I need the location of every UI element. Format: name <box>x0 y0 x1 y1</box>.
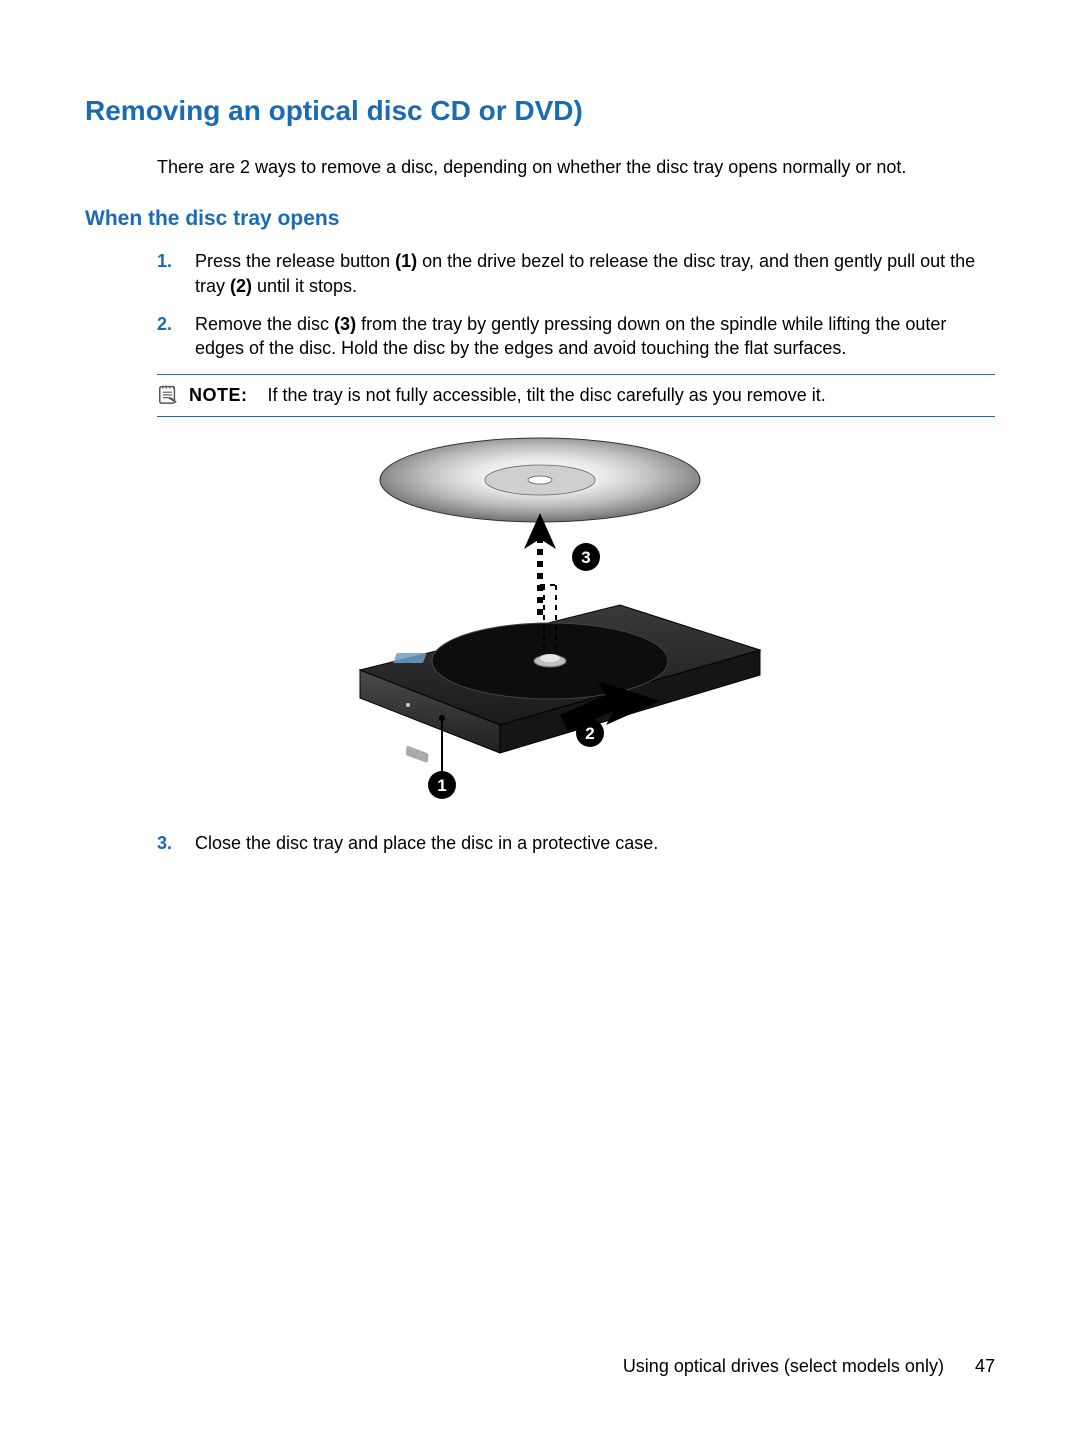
text-run: Press the release button <box>195 251 395 271</box>
step-3: 3. Close the disc tray and place the dis… <box>157 831 995 855</box>
document-page: Removing an optical disc CD or DVD) Ther… <box>0 0 1080 1437</box>
callout-3: 3 <box>572 543 600 571</box>
callout-1: 1 <box>428 771 456 799</box>
step-number: 2. <box>157 312 195 361</box>
callout-2: 2 <box>576 719 604 747</box>
page-title: Removing an optical disc CD or DVD) <box>85 95 995 127</box>
step-text: Remove the disc (3) from the tray by gen… <box>195 312 995 361</box>
footer-section: Using optical drives (select models only… <box>623 1356 944 1376</box>
note-icon <box>157 383 179 405</box>
step-text: Close the disc tray and place the disc i… <box>195 831 995 855</box>
step-2: 2. Remove the disc (3) from the tray by … <box>157 312 995 361</box>
disc-illustration <box>380 438 700 522</box>
step-number: 1. <box>157 249 195 298</box>
svg-text:1: 1 <box>437 776 446 795</box>
text-run: until it stops. <box>252 276 357 296</box>
figure-optical-drive: 3 <box>85 435 995 805</box>
page-footer: Using optical drives (select models only… <box>623 1356 995 1377</box>
section-heading: When the disc tray opens <box>85 207 995 231</box>
step-text: Press the release button (1) on the driv… <box>195 249 995 298</box>
callout-ref: (3) <box>334 314 356 334</box>
note-callout: NOTE: If the tray is not fully accessibl… <box>157 374 995 416</box>
callout-ref: (1) <box>395 251 417 271</box>
svg-text:3: 3 <box>581 548 590 567</box>
page-number: 47 <box>975 1356 995 1377</box>
svg-text:2: 2 <box>585 724 594 743</box>
callout-ref: (2) <box>230 276 252 296</box>
note-body: If the tray is not fully accessible, til… <box>268 385 826 405</box>
instruction-list: 1. Press the release button (1) on the d… <box>157 249 995 360</box>
step-1: 1. Press the release button (1) on the d… <box>157 249 995 298</box>
lift-arrow <box>524 513 556 615</box>
text-run: Remove the disc <box>195 314 334 334</box>
instruction-list-continued: 3. Close the disc tray and place the dis… <box>157 831 995 855</box>
tray-illustration <box>360 605 760 763</box>
note-label: NOTE: <box>189 385 248 405</box>
note-text: NOTE: If the tray is not fully accessibl… <box>189 383 826 407</box>
step-number: 3. <box>157 831 195 855</box>
intro-paragraph: There are 2 ways to remove a disc, depen… <box>157 155 995 179</box>
